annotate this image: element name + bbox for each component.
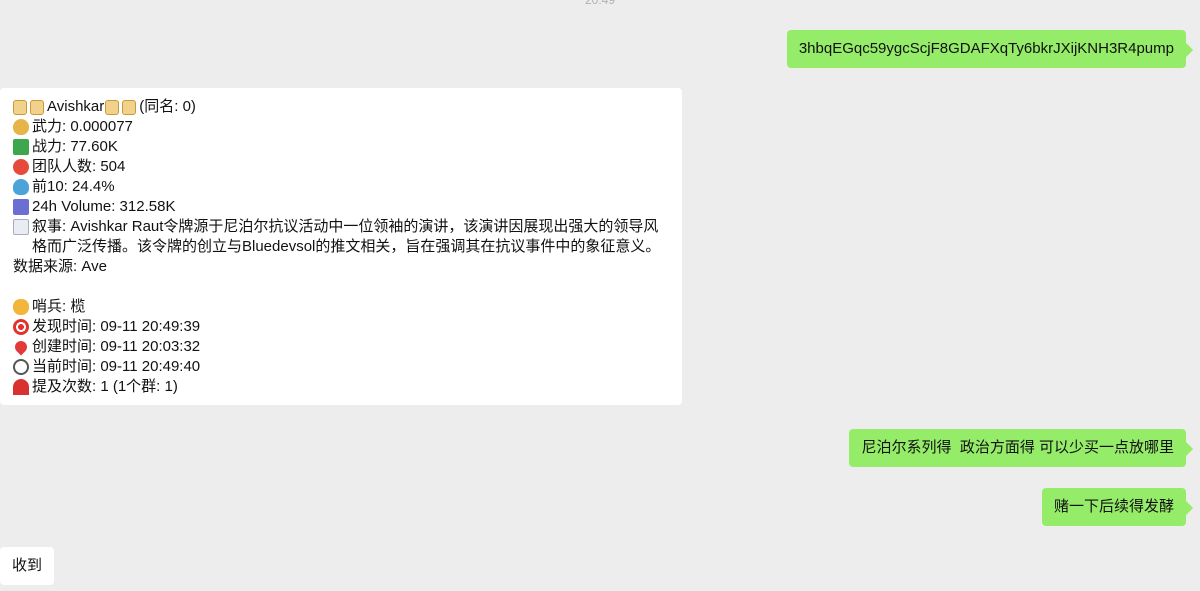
created-time-value: 创建时间: 09-11 20:03:32 xyxy=(32,338,201,355)
sentry-line: 哨兵: 榄 xyxy=(13,297,670,317)
created-time-line: 创建时间: 09-11 20:03:32 xyxy=(12,337,670,357)
message-text: 收到 xyxy=(12,557,43,574)
chat-timestamp: 20:49 xyxy=(584,0,616,7)
mentions-line: 提及次数: 1 (1个群: 1) xyxy=(13,377,670,397)
current-time-value: 当前时间: 09-11 20:49:40 xyxy=(32,358,201,375)
scroll-icon xyxy=(122,99,137,115)
chart-up-icon xyxy=(13,139,29,155)
message-bubble-sent[interactable]: 赌一下后续得发酵 xyxy=(1041,488,1186,526)
source-line: 数据来源: Ave xyxy=(13,257,670,277)
volume-value: 24h Volume: 312.58K xyxy=(32,198,176,215)
clock-icon xyxy=(13,359,29,375)
token-same-name-count: (同名: 0) xyxy=(139,98,196,115)
pin-icon xyxy=(12,338,30,356)
message-bubble-sent[interactable]: 3hbqEGqc59ygcScjF8GDAFXqTy6bkrJXijKNH3R4… xyxy=(786,30,1186,68)
bar-chart-icon xyxy=(13,199,29,215)
token-name: Avishkar xyxy=(47,98,105,115)
whale-icon xyxy=(13,179,29,195)
token-title-line: Avishkar (同名: 0) xyxy=(13,97,670,117)
narrative-text: 叙事: Avishkar Raut令牌源于尼泊尔抗议活动中一位领袖的演讲，该演讲… xyxy=(32,218,661,255)
top10-value: 前10: 24.4% xyxy=(32,178,115,195)
message-bubble-received[interactable]: 收到 xyxy=(0,547,55,585)
scroll-icon xyxy=(105,99,120,115)
target-icon xyxy=(13,319,29,335)
mentions-value: 提及次数: 1 (1个群: 1) xyxy=(32,378,178,395)
cat-icon xyxy=(13,299,29,315)
narrative-line: 叙事: Avishkar Raut令牌源于尼泊尔抗议活动中一位领袖的演讲，该演讲… xyxy=(13,217,670,257)
combat-line: 战力: 77.60K xyxy=(13,137,670,157)
message-bubble-received[interactable]: Avishkar (同名: 0) 武力: 0.000077 战力: 77.60K… xyxy=(0,88,682,405)
team-value: 团队人数: 504 xyxy=(32,158,126,175)
force-value: 武力: 0.000077 xyxy=(32,118,133,135)
found-time-line: 发现时间: 09-11 20:49:39 xyxy=(13,317,670,337)
scroll-icon xyxy=(13,99,27,115)
source-text: 数据来源: Ave xyxy=(13,258,107,275)
sentry-value: 哨兵: 榄 xyxy=(32,298,86,315)
santa-icon xyxy=(13,159,29,175)
message-text: 3hbqEGqc59ygcScjF8GDAFXqTy6bkrJXijKNH3R4… xyxy=(798,40,1174,57)
volume-line: 24h Volume: 312.58K xyxy=(13,197,670,217)
moneybag-icon xyxy=(13,119,29,135)
magnet-icon xyxy=(13,379,29,395)
memo-icon xyxy=(13,219,29,235)
scroll-icon xyxy=(30,99,44,115)
message-text: 尼泊尔系列得 政治方面得 可以少买一点放哪里 xyxy=(861,439,1174,456)
team-line: 团队人数: 504 xyxy=(13,157,670,177)
top10-line: 前10: 24.4% xyxy=(13,177,670,197)
current-time-line: 当前时间: 09-11 20:49:40 xyxy=(13,357,670,377)
found-time-value: 发现时间: 09-11 20:49:39 xyxy=(32,318,201,335)
combat-value: 战力: 77.60K xyxy=(32,138,118,155)
message-bubble-sent[interactable]: 尼泊尔系列得 政治方面得 可以少买一点放哪里 xyxy=(849,429,1186,467)
message-text: 赌一下后续得发酵 xyxy=(1053,498,1174,515)
force-line: 武力: 0.000077 xyxy=(13,117,670,137)
